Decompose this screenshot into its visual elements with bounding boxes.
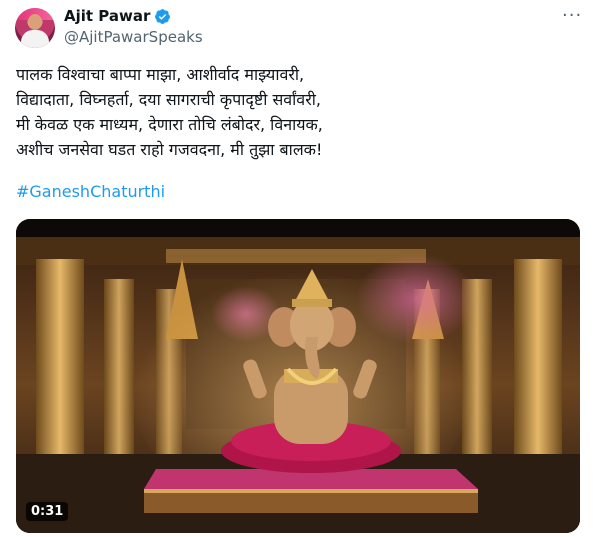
video-player[interactable]: 0:31 xyxy=(16,219,580,533)
video-thumbnail xyxy=(16,219,580,533)
tweet-line: मी केवळ एक माध्यम, देणारा तोचि लंबोदर, व… xyxy=(16,115,323,134)
hashtag-link[interactable]: #GaneshChaturthi xyxy=(16,182,165,201)
author-name-row[interactable]: Ajit Pawar xyxy=(64,7,171,25)
tweet-line: अशीच जनसेवा घडत राहो गजवदना, मी तुझा बाल… xyxy=(16,140,323,159)
avatar[interactable] xyxy=(15,8,55,48)
tweet-text: पालक विश्वाचा बाप्पा माझा, आशीर्वाद माझ्… xyxy=(16,62,586,162)
more-options-icon[interactable]: ··· xyxy=(562,7,582,25)
verified-badge-icon xyxy=(155,8,171,24)
tweet-line: विद्यादाता, विघ्नहर्ता, दया सागराची कृपा… xyxy=(16,90,321,109)
avatar-figure-face xyxy=(28,14,42,30)
avatar-figure-body xyxy=(21,30,49,48)
author-handle[interactable]: @AjitPawarSpeaks xyxy=(64,28,203,46)
author-name[interactable]: Ajit Pawar xyxy=(64,7,150,25)
tweet-line: पालक विश्वाचा बाप्पा माझा, आशीर्वाद माझ्… xyxy=(16,65,305,84)
video-duration: 0:31 xyxy=(26,502,69,521)
